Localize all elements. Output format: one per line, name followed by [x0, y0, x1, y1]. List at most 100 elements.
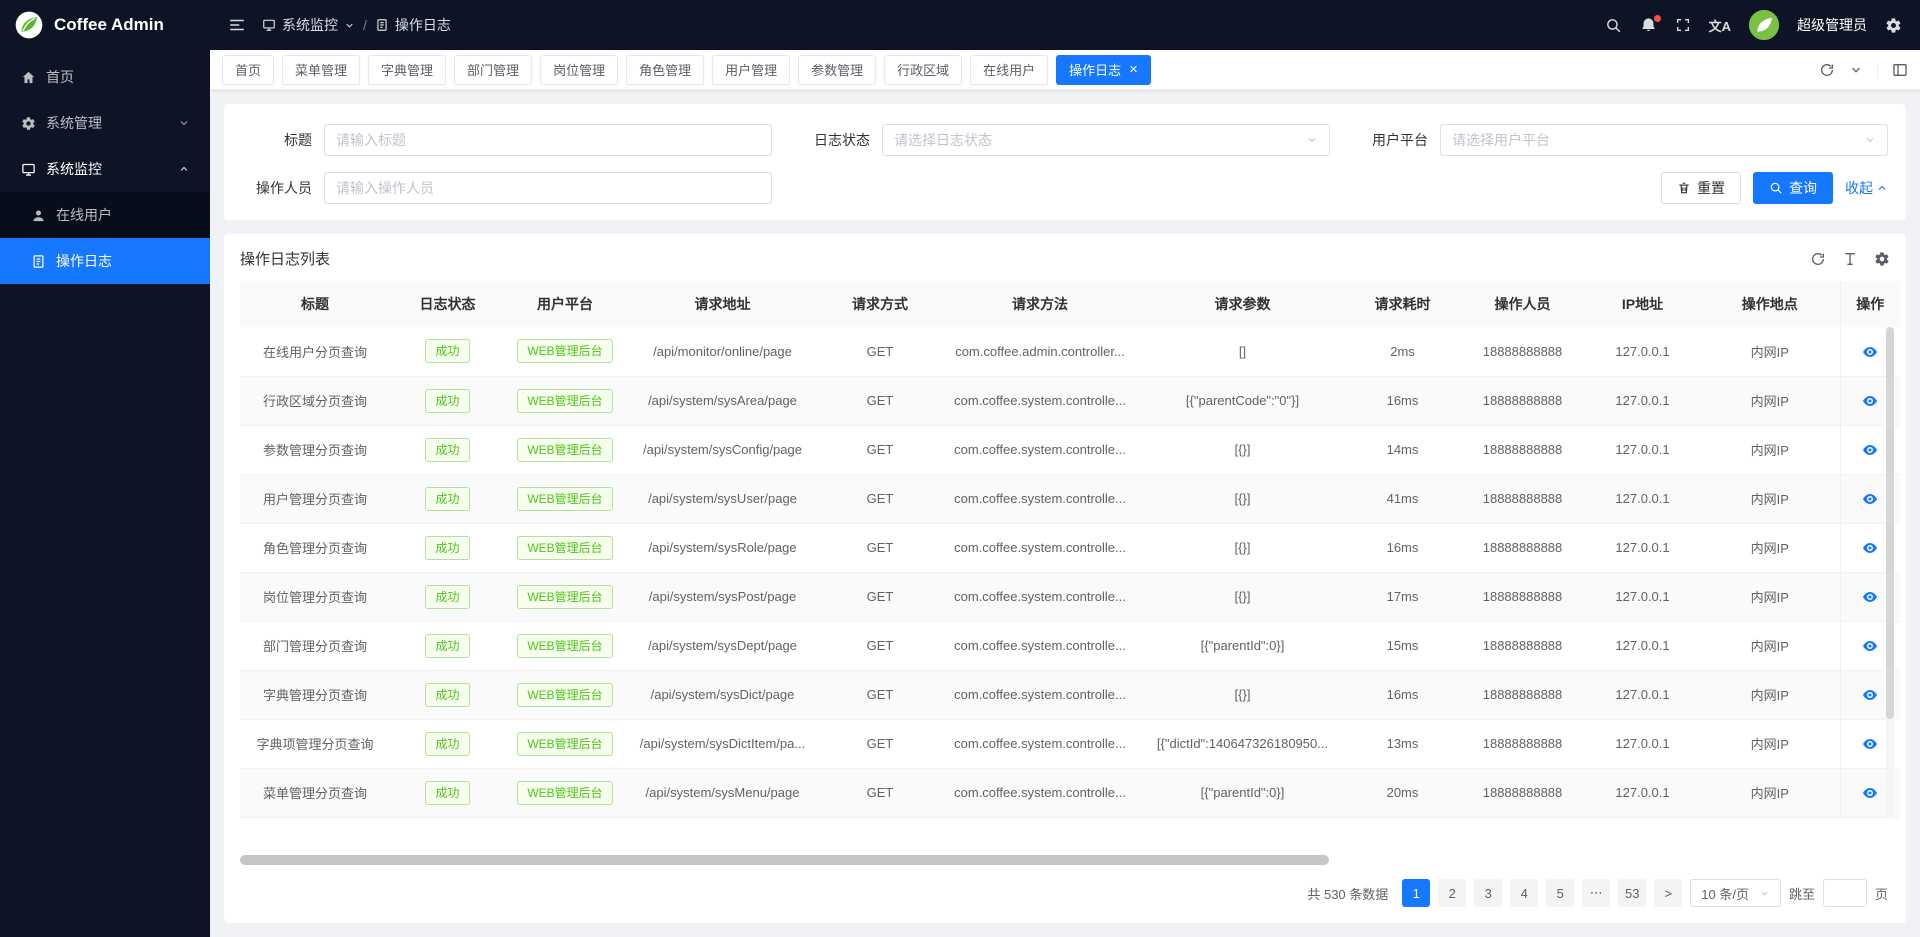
user-platform-select[interactable]: 请选择用户平台	[1440, 124, 1888, 156]
log-status-select[interactable]: 请选择日志状态	[882, 124, 1330, 156]
tab-item-2[interactable]: 字典管理	[368, 55, 446, 85]
cell-url: /api/system/sysDept/page	[625, 621, 820, 670]
status-badge: 成功	[425, 487, 469, 511]
page-button-3[interactable]: 3	[1474, 879, 1502, 907]
settings-gear-icon[interactable]	[1885, 17, 1902, 34]
view-detail-eye-icon[interactable]	[1862, 540, 1878, 556]
sidebar: Coffee Admin 首页 系统管理 系统监控 在线用户	[0, 0, 210, 937]
status-badge: 成功	[425, 339, 469, 363]
view-detail-eye-icon[interactable]	[1862, 442, 1878, 458]
view-detail-eye-icon[interactable]	[1862, 687, 1878, 703]
operator-input[interactable]	[324, 172, 772, 204]
vertical-scrollbar[interactable]	[1886, 327, 1894, 818]
tab-options-chevron-icon[interactable]	[1849, 63, 1863, 77]
title-field-group: 标题	[242, 124, 772, 156]
jump-page-input[interactable]	[1823, 879, 1867, 907]
status-badge: 成功	[425, 536, 469, 560]
cell-title: 菜单管理分页查询	[240, 768, 390, 817]
username[interactable]: 超级管理员	[1797, 15, 1867, 35]
cell-method: GET	[820, 719, 940, 768]
document-icon	[375, 18, 389, 32]
fullscreen-icon[interactable]	[1675, 17, 1691, 33]
sidebar-item-home[interactable]: 首页	[0, 54, 210, 100]
user-platform-field-group: 用户平台 请选择用户平台	[1358, 124, 1888, 156]
table-header-row: 标题日志状态用户平台请求地址请求方式请求方法请求参数请求耗时操作人员IP地址操作…	[240, 281, 1900, 327]
cell-status: 成功	[390, 670, 505, 719]
view-detail-eye-icon[interactable]	[1862, 736, 1878, 752]
page-button-4[interactable]: 4	[1510, 879, 1538, 907]
page-size-select[interactable]: 10 条/页	[1690, 879, 1781, 907]
breadcrumb-label: 操作日志	[395, 15, 451, 35]
table-card-header: 操作日志列表	[240, 248, 1890, 269]
language-icon[interactable]: 文A	[1709, 16, 1731, 35]
column-settings-icon[interactable]	[1874, 251, 1890, 267]
avatar[interactable]	[1749, 10, 1779, 40]
cell-platform: WEB管理后台	[505, 572, 625, 621]
chevron-down-icon	[344, 20, 355, 31]
view-detail-eye-icon[interactable]	[1862, 638, 1878, 654]
title-input[interactable]	[324, 124, 772, 156]
page-button-53[interactable]: 53	[1618, 879, 1646, 907]
cell-location: 内网IP	[1700, 621, 1840, 670]
cell-url: /api/system/sysDict/page	[625, 670, 820, 719]
view-detail-eye-icon[interactable]	[1862, 393, 1878, 409]
view-detail-eye-icon[interactable]	[1862, 491, 1878, 507]
cell-method: GET	[820, 425, 940, 474]
sidebar-item-online-users[interactable]: 在线用户	[0, 192, 210, 238]
cell-status: 成功	[390, 327, 505, 376]
tab-item-3[interactable]: 部门管理	[454, 55, 532, 85]
view-detail-eye-icon[interactable]	[1862, 344, 1878, 360]
view-detail-eye-icon[interactable]	[1862, 589, 1878, 605]
menu-label: 在线用户	[56, 205, 112, 225]
cell-duration: 2ms	[1345, 327, 1460, 376]
table-row: 参数管理分页查询成功WEB管理后台/api/system/sysConfig/p…	[240, 425, 1900, 474]
tab-item-9[interactable]: 在线用户	[970, 55, 1048, 85]
tab-item-5[interactable]: 角色管理	[626, 55, 704, 85]
view-detail-eye-icon[interactable]	[1862, 785, 1878, 801]
tab-close-icon[interactable]: ×	[1129, 62, 1138, 77]
horizontal-scrollbar[interactable]	[240, 855, 1890, 865]
density-icon[interactable]	[1842, 251, 1858, 267]
cell-status: 成功	[390, 425, 505, 474]
collapse-search-link[interactable]: 收起	[1845, 178, 1888, 198]
tab-item-7[interactable]: 参数管理	[798, 55, 876, 85]
cell-title: 参数管理分页查询	[240, 425, 390, 474]
horizontal-scrollbar-thumb[interactable]	[240, 855, 1329, 865]
tab-item-4[interactable]: 岗位管理	[540, 55, 618, 85]
tab-item-1[interactable]: 菜单管理	[282, 55, 360, 85]
sidebar-item-system-monitor[interactable]: 系统监控	[0, 146, 210, 192]
sidebar-item-system-management[interactable]: 系统管理	[0, 100, 210, 146]
sidebar-item-operation-log[interactable]: 操作日志	[0, 238, 210, 284]
breadcrumb-system-monitor[interactable]: 系统监控	[262, 15, 355, 35]
refresh-icon[interactable]	[1819, 62, 1835, 78]
breadcrumb-operation-log[interactable]: 操作日志	[375, 15, 451, 35]
tab-label: 首页	[235, 60, 261, 79]
collapse-menu-icon[interactable]	[228, 16, 246, 34]
next-page-button[interactable]: >	[1654, 879, 1682, 907]
page-button-5[interactable]: 5	[1546, 879, 1574, 907]
tab-item-8[interactable]: 行政区域	[884, 55, 962, 85]
cell-platform: WEB管理后台	[505, 621, 625, 670]
tab-label: 用户管理	[725, 60, 777, 79]
reset-button[interactable]: 重置	[1661, 172, 1741, 204]
tab-item-0[interactable]: 首页	[222, 55, 274, 85]
tab-item-6[interactable]: 用户管理	[712, 55, 790, 85]
cell-location: 内网IP	[1700, 523, 1840, 572]
page-ellipsis[interactable]: ⋯	[1582, 879, 1610, 907]
query-button[interactable]: 查询	[1753, 172, 1833, 204]
cell-duration: 41ms	[1345, 474, 1460, 523]
tab-item-10[interactable]: 操作日志×	[1056, 55, 1151, 85]
layout-expand-icon[interactable]	[1877, 62, 1908, 78]
app-logo[interactable]: Coffee Admin	[0, 0, 210, 50]
page-button-1[interactable]: 1	[1402, 879, 1430, 907]
refresh-icon[interactable]	[1810, 251, 1826, 267]
notification-bell-icon[interactable]	[1640, 17, 1657, 34]
tab-label: 字典管理	[381, 60, 433, 79]
search-icon[interactable]	[1605, 17, 1622, 34]
cell-location: 内网IP	[1700, 376, 1840, 425]
tab-tools	[1809, 62, 1908, 78]
page-button-2[interactable]: 2	[1438, 879, 1466, 907]
chevron-down-icon	[1759, 888, 1770, 899]
cell-duration: 15ms	[1345, 621, 1460, 670]
vertical-scrollbar-thumb[interactable]	[1886, 327, 1894, 719]
